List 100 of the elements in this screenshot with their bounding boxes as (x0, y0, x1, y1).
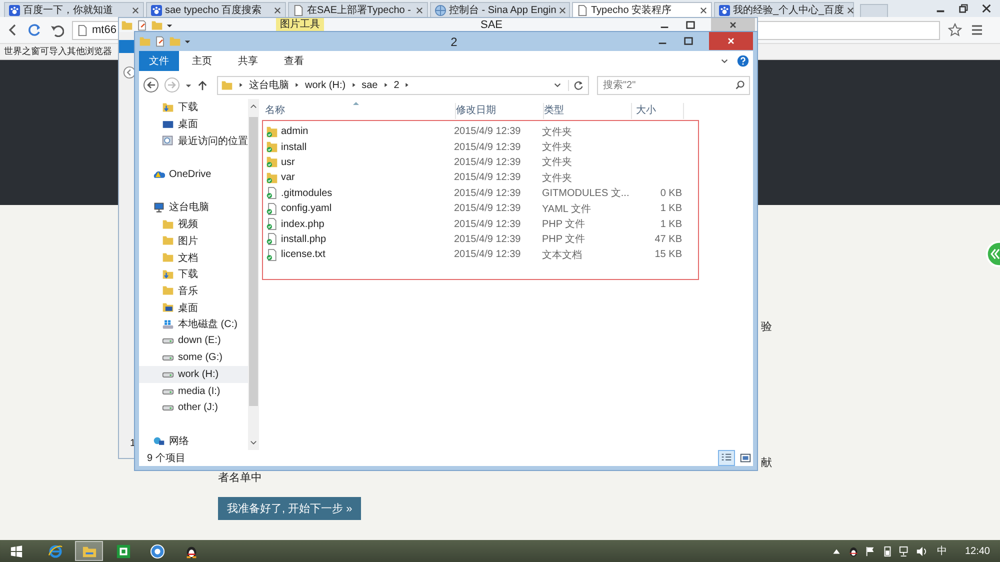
nav-item[interactable]: 最近访问的位置 (139, 132, 248, 150)
table-cell-text: 2015/4/9 12:39 (454, 142, 522, 153)
help-icon[interactable] (737, 55, 749, 67)
table-cell-text: 2015/4/9 12:39 (454, 188, 522, 199)
browser-tab[interactable]: 百度一下，你就知道 (4, 2, 144, 17)
close-icon[interactable] (981, 3, 992, 14)
breadcrumb-item[interactable]: work (H:) (305, 80, 346, 90)
file-name[interactable]: install.php (266, 233, 454, 246)
details-view-icon[interactable] (718, 450, 735, 466)
nav-item[interactable]: some (G:) (139, 349, 248, 366)
dropdown-caret-icon[interactable] (185, 82, 192, 88)
context-tab[interactable]: 图片工具 (276, 18, 324, 32)
chevron-icon[interactable] (720, 56, 729, 66)
folder-icon (266, 172, 278, 184)
nav-item[interactable]: 视频 (139, 216, 248, 232)
scroll-up-icon[interactable] (250, 103, 257, 109)
nav-item[interactable]: 下载 (139, 99, 248, 116)
close-icon[interactable] (847, 6, 854, 14)
chevron-icon (405, 82, 410, 88)
thumbnail-view-icon[interactable] (738, 451, 753, 465)
close-icon[interactable] (416, 6, 423, 14)
nav-item[interactable]: 音乐 (139, 282, 248, 300)
table-cell-text: 2015/4/9 12:39 (454, 172, 522, 184)
start-icon[interactable] (10, 544, 23, 558)
network-icon[interactable] (898, 546, 910, 556)
file-name[interactable]: var (266, 172, 454, 184)
nav-item[interactable]: other (J:) (139, 399, 248, 416)
nav-item[interactable]: 这台电脑 (139, 199, 248, 216)
ribbon-tab[interactable]: 主页 (179, 51, 225, 71)
breadcrumb-item[interactable]: 这台电脑 (249, 78, 289, 92)
menu-icon[interactable] (970, 23, 984, 37)
input-method-indicator[interactable]: 中 (936, 544, 947, 558)
chevron-icon[interactable] (553, 80, 562, 90)
nav-item[interactable]: 桌面 (139, 299, 248, 316)
file-name[interactable]: admin (266, 126, 454, 138)
close-icon[interactable] (274, 6, 281, 14)
scroll-down-icon[interactable] (250, 440, 257, 446)
breadcrumb-item[interactable]: sae (362, 80, 378, 90)
file-name[interactable]: config.yaml (266, 202, 454, 215)
address-bar[interactable]: 这台电脑 work (H:) sae 2 (217, 76, 589, 94)
monitor-icon (162, 118, 174, 130)
maximize-icon[interactable] (683, 36, 694, 47)
file-name[interactable]: index.php (266, 218, 454, 230)
address-field[interactable] (758, 20, 940, 40)
column-header[interactable]: 类型 (544, 103, 632, 119)
file-name[interactable]: usr (266, 156, 454, 168)
file-menu-button[interactable]: 文件 (139, 51, 179, 71)
browser-tab[interactable]: 控制台 - Sina App Engin (430, 2, 570, 17)
computer-icon (153, 202, 165, 213)
file-name[interactable]: license.txt (266, 248, 454, 261)
nav-item[interactable]: 下载 (139, 266, 248, 283)
refresh-icon[interactable] (28, 23, 42, 37)
e-logo-icon (48, 544, 62, 558)
flag-icon[interactable] (864, 546, 876, 556)
nav-item[interactable]: 文档 (139, 249, 248, 266)
close-button[interactable] (711, 18, 755, 31)
undo-icon[interactable] (50, 23, 64, 37)
address-field[interactable]: mt66 (72, 20, 120, 40)
ribbon-tab[interactable]: 共享 (225, 51, 271, 71)
search-field[interactable]: 搜索"2" (597, 76, 750, 94)
document-icon[interactable] (136, 20, 148, 30)
penguin-icon[interactable] (848, 546, 859, 556)
browser-tab[interactable]: 我的经验_个人中心_百度 (714, 2, 854, 17)
next-step-button[interactable]: 我准备好了, 开始下一步 » (218, 497, 362, 520)
ribbon-tab[interactable]: 查看 (271, 51, 317, 71)
document-icon[interactable] (154, 36, 166, 47)
nav-item[interactable]: 网络 (139, 432, 248, 450)
star-icon[interactable] (948, 23, 962, 37)
browser-tab[interactable]: sae typecho 百度搜索 (146, 2, 286, 17)
nav-item[interactable]: 桌面 (139, 116, 248, 132)
nav-item[interactable]: 图片 (139, 232, 248, 250)
scrollbar[interactable] (248, 99, 259, 450)
close-icon[interactable] (132, 6, 139, 14)
file-name[interactable]: install (266, 141, 454, 154)
nav-item[interactable]: down (E:) (139, 332, 248, 350)
close-icon (726, 36, 736, 46)
refresh-icon[interactable] (568, 80, 584, 90)
nav-item[interactable]: 本地磁盘 (C:) (139, 316, 248, 333)
browser-tab[interactable]: Typecho 安装程序 (572, 2, 712, 17)
column-header[interactable]: 修改日期 (456, 103, 544, 119)
battery-icon[interactable] (882, 546, 893, 556)
close-icon[interactable] (700, 6, 707, 14)
dropdown-caret-icon[interactable] (166, 22, 173, 28)
file-name[interactable]: .gitmodules (266, 187, 454, 200)
close-icon[interactable] (559, 6, 566, 14)
folder-icon (266, 156, 278, 168)
browser-tab[interactable]: 在SAE上部署Typecho - (288, 2, 428, 17)
table-cell-text: 2015/4/9 12:39 (454, 203, 522, 214)
column-header[interactable]: 大小 (632, 103, 684, 119)
breadcrumb-item[interactable]: 2 (394, 80, 400, 90)
table-cell-text: 文件夹 (542, 172, 573, 185)
volume-icon[interactable] (916, 546, 927, 556)
restore-icon[interactable] (958, 3, 969, 14)
bookmark-hint[interactable]: 世界之窗可导入其他浏览器 (4, 45, 112, 58)
up-arrow-icon[interactable] (197, 80, 208, 90)
nav-item[interactable]: OneDrive (139, 166, 248, 182)
nav-item[interactable]: media (I:) (139, 382, 248, 400)
nav-item[interactable]: work (H:) (139, 366, 248, 383)
clock[interactable]: 12:40 (964, 546, 990, 556)
maximize-icon[interactable] (685, 20, 696, 30)
